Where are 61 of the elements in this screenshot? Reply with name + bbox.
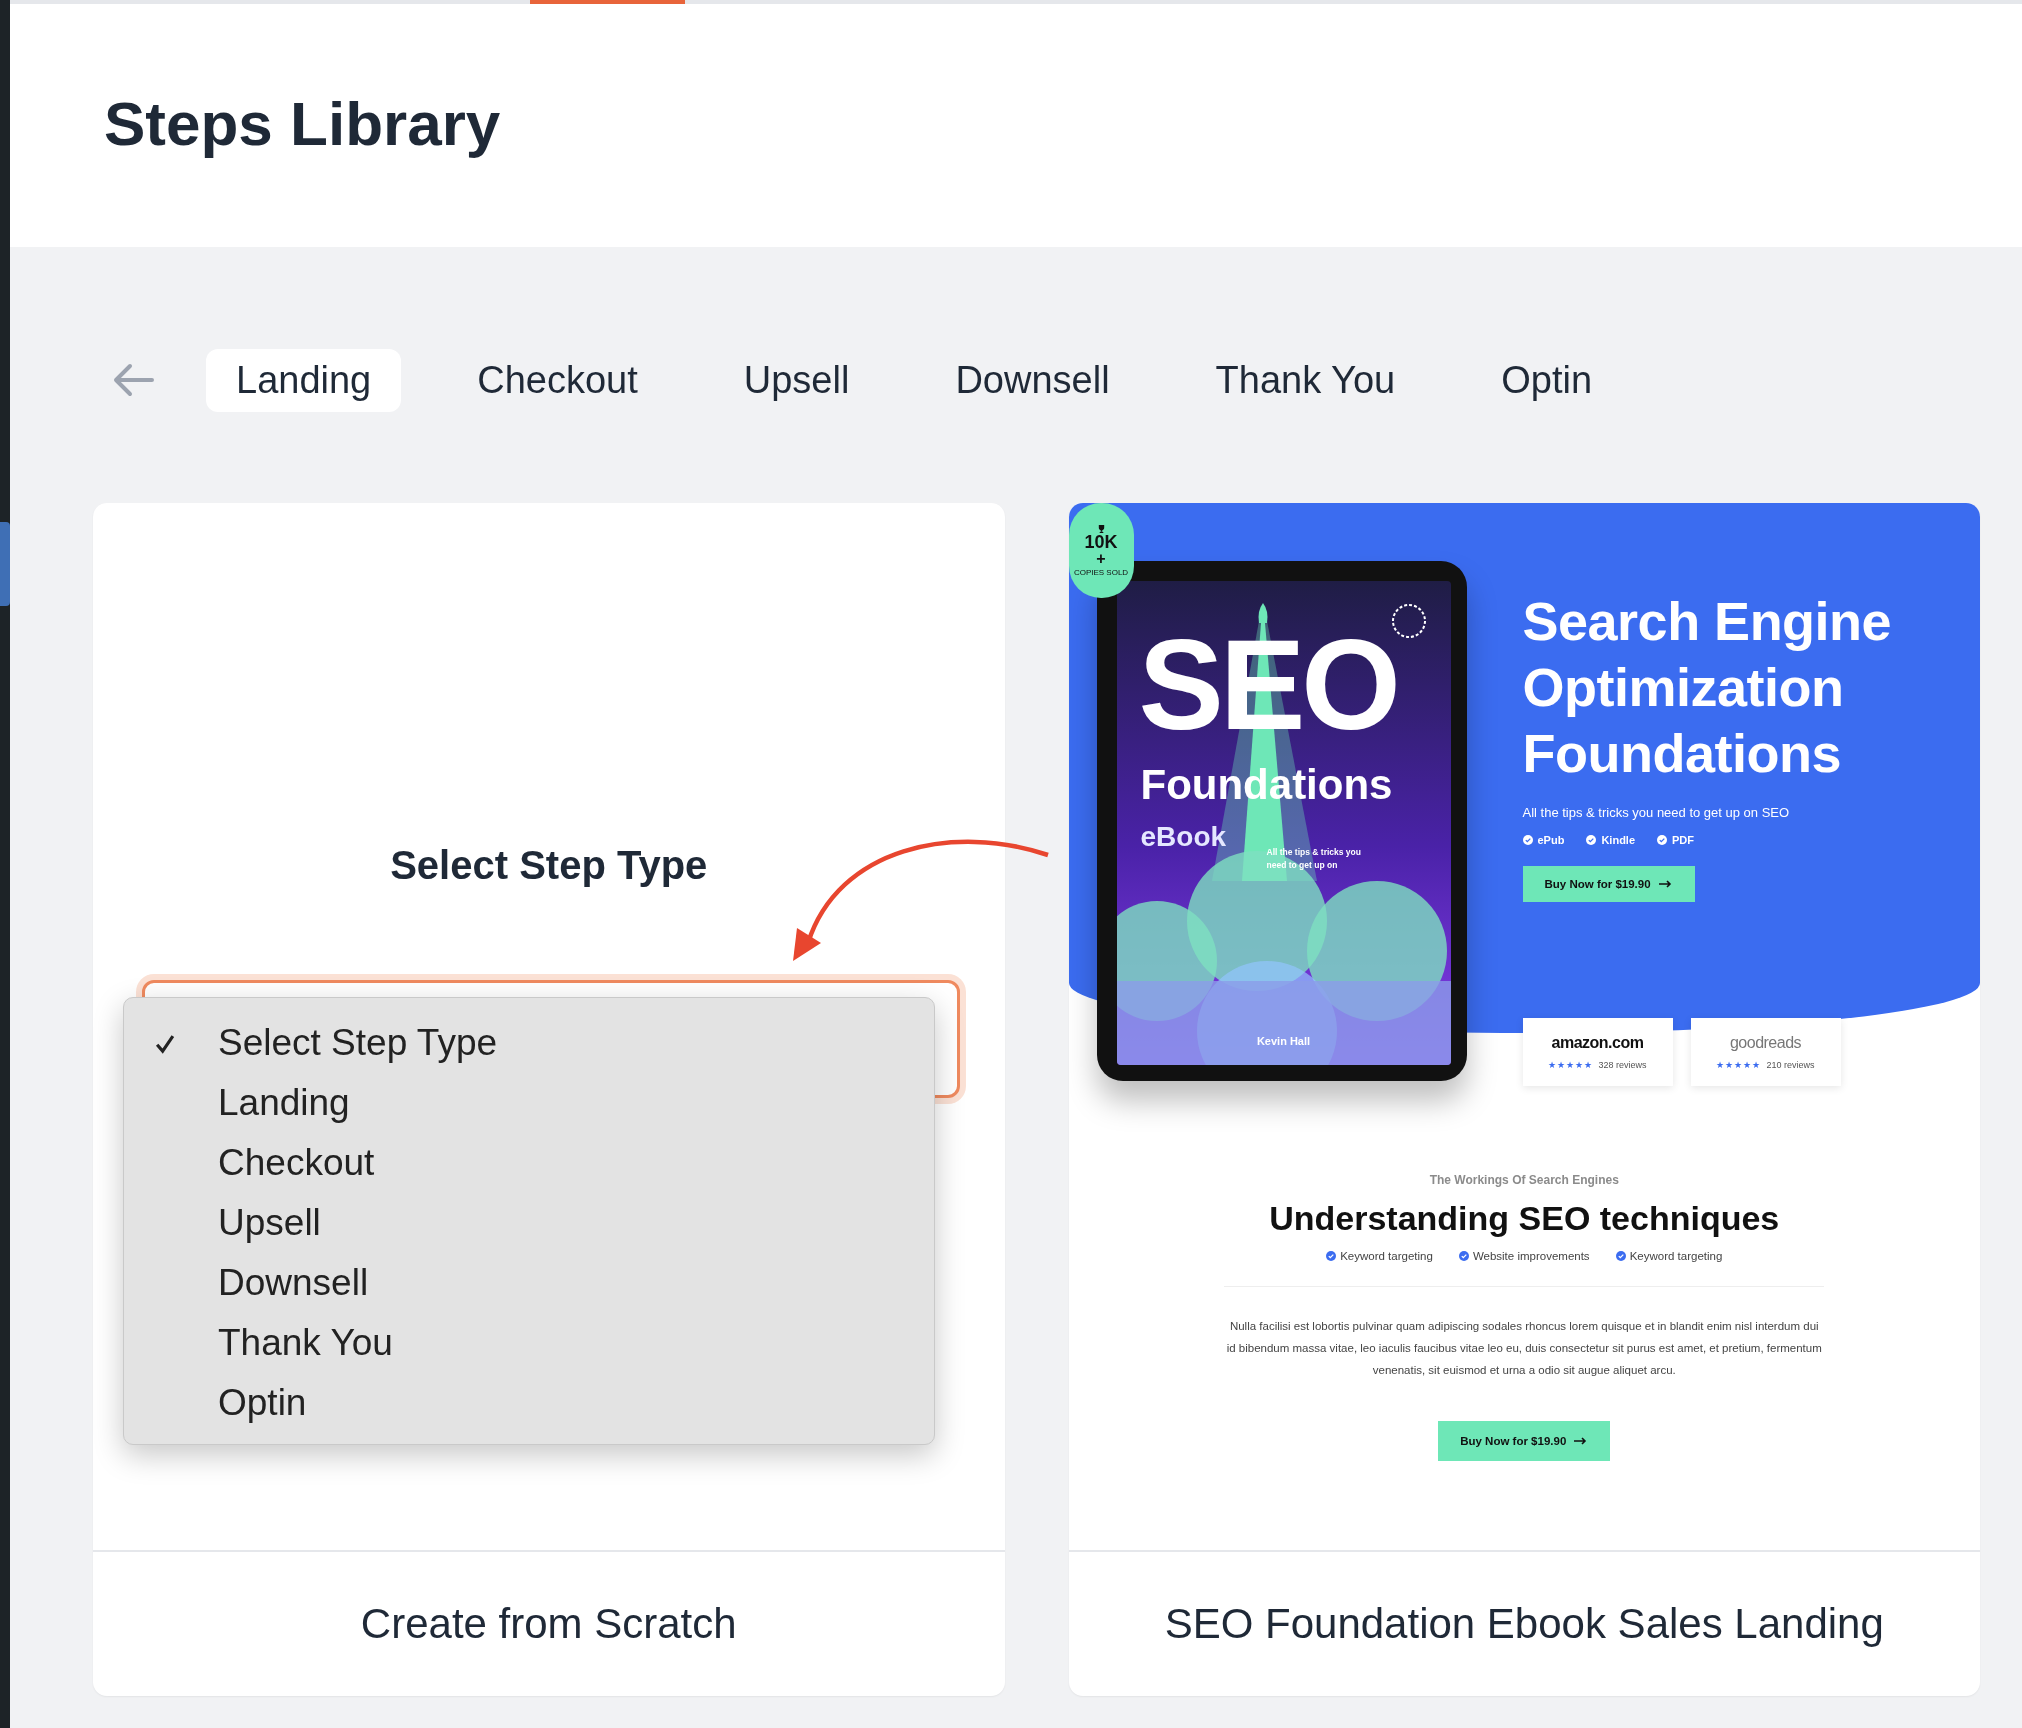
dropdown-option[interactable]: Downsell (218, 1262, 369, 1304)
star-icon: ★ (1575, 1059, 1584, 1070)
section-eyebrow: The Workings Of Search Engines (1429, 1173, 1619, 1187)
step-tab[interactable]: Landing (206, 348, 402, 412)
step-tab[interactable]: Thank You (1185, 348, 1426, 412)
card-title: SEO Foundation Ebook Sales Landing (1164, 1600, 1884, 1648)
feature-label: Website improvements (1472, 1250, 1590, 1262)
trophy-icon (1096, 524, 1106, 533)
dropdown-option[interactable]: Select Step Type (218, 1022, 498, 1064)
review-count: 328 reviews (1598, 1059, 1647, 1070)
template-card[interactable] (1068, 503, 1980, 1696)
buy-button[interactable]: Buy Now for $19.90 (1438, 1421, 1611, 1461)
arrow-right-icon (1658, 879, 1673, 888)
section-heading: Understanding SEO techniques (1269, 1199, 1780, 1238)
check-circle-icon (1586, 834, 1597, 845)
page-title: Steps Library (104, 88, 501, 159)
dropdown-option[interactable]: Landing (218, 1082, 350, 1124)
hero-lead: All the tips & tricks you need to get up on SEO (1522, 804, 1791, 820)
review-source: amazon.com (1551, 1033, 1644, 1052)
dropdown-option[interactable]: Optin (218, 1382, 307, 1424)
step-tab[interactable]: Downsell (925, 348, 1140, 412)
section-paragraph: Nulla facilisi est lobortis pulvinar quam adipiscing sodales rhoncus lorem quisque et in blandit enim nisl interdum dui id bibendum massa vitae, leo iaculis faucibus vitae leo eu, duis consectetur sit purus est amet, et pretium, fermentum venenatis, sit euismod et urna a odio sit augue aliquet arcu. (1225, 1319, 1823, 1378)
hero-heading: Search Engine Optimization Foundations (1522, 590, 1893, 785)
star-icon: ★ (1752, 1059, 1761, 1070)
step-tab[interactable]: Checkout (447, 348, 668, 412)
star-icon: ★ (1716, 1059, 1725, 1070)
card-title: Create from Scratch (360, 1600, 737, 1648)
check-circle-icon (1615, 1251, 1626, 1261)
star-icon: ★ (1566, 1059, 1575, 1070)
dropdown-option[interactable]: Checkout (218, 1142, 375, 1184)
badge-count: 10K (1084, 533, 1118, 551)
star-icon: ★ (1557, 1059, 1566, 1070)
step-tab[interactable]: Optin (1471, 348, 1622, 412)
dropdown-option[interactable]: Thank You (218, 1322, 393, 1364)
feature-label: Keyword targeting (1340, 1250, 1433, 1262)
format-label: ePub (1537, 833, 1565, 846)
star-icon: ★ (1725, 1059, 1734, 1070)
check-circle-icon (1326, 1251, 1337, 1261)
review-source: goodreads (1729, 1033, 1802, 1052)
review-count: 210 reviews (1766, 1059, 1815, 1070)
star-icon: ★ (1743, 1059, 1752, 1070)
arrow-right-icon (1574, 1437, 1589, 1445)
cover-author: Kevin Hall (1255, 1035, 1312, 1047)
select-prompt: Select Step Type (390, 843, 708, 888)
star-icon: ★ (1548, 1059, 1557, 1070)
feature-label: Keyword targeting (1629, 1250, 1723, 1262)
check-circle-icon (1522, 834, 1533, 845)
step-tab[interactable]: Upsell (713, 348, 880, 412)
format-label: Kindle (1601, 833, 1636, 846)
badge-caption: COPIES SOLD (1073, 569, 1129, 577)
buy-button[interactable]: Buy Now for $19.90 (1522, 865, 1695, 902)
cover-format: eBook (1140, 821, 1227, 853)
collapse-handle[interactable] (0, 522, 10, 606)
check-circle-icon (1458, 1251, 1469, 1261)
dropdown-option[interactable]: Upsell (218, 1202, 321, 1244)
check-circle-icon (1657, 834, 1668, 845)
star-icon: ★ (1734, 1059, 1743, 1070)
badge-plus: + (1096, 551, 1106, 567)
template-card[interactable]: Select Step Type Select Step Type Landing Checkout Upsell Downsell Thank You Optin Create from Scratch (93, 503, 1005, 1696)
format-label: PDF (1672, 833, 1695, 846)
star-icon: ★ (1584, 1059, 1593, 1070)
